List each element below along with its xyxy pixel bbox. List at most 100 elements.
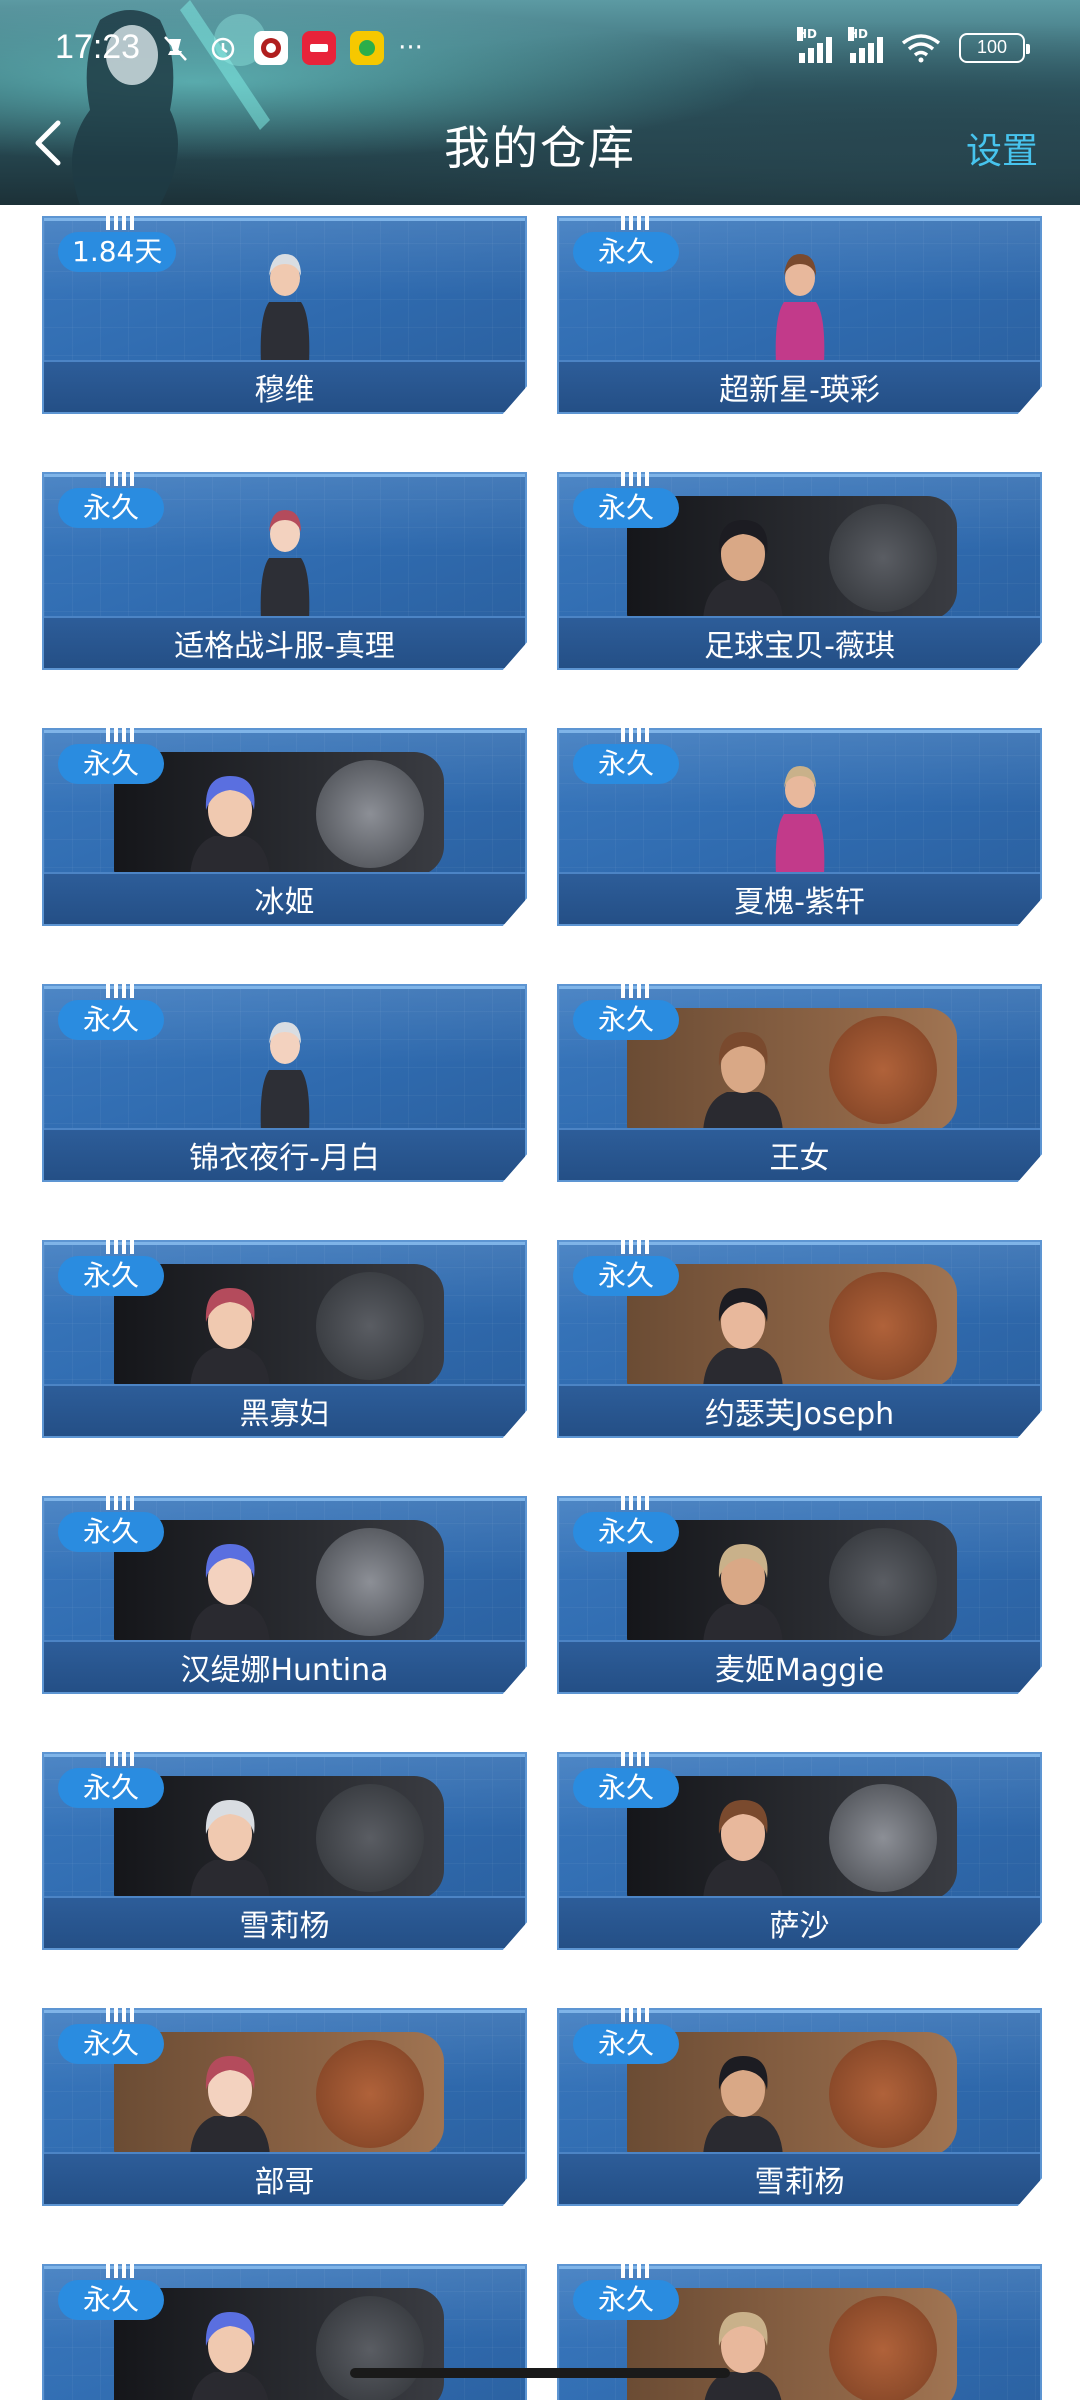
character-card[interactable]: 永久 黑寡妇 bbox=[42, 1240, 527, 1438]
fist-emblem-icon bbox=[829, 1016, 937, 1124]
character-name: 黑寡妇 bbox=[44, 1384, 525, 1436]
card-tab-marks bbox=[621, 728, 649, 742]
character-portrait-icon bbox=[190, 1288, 270, 1388]
character-card[interactable]: 永久萨沙 bbox=[557, 1752, 1042, 1950]
card-tab-marks bbox=[106, 1752, 134, 1766]
character-card[interactable]: 永久 足球宝贝-薇琪 bbox=[557, 472, 1042, 670]
character-card[interactable]: 永久 冰姬 bbox=[42, 728, 527, 926]
alarm-icon bbox=[206, 31, 240, 65]
status-bar: 17:23 ··· HD HD 100 bbox=[0, 0, 1080, 95]
card-tab-marks bbox=[106, 728, 134, 742]
header: 17:23 ··· HD HD 100 我的仓库 设置 bbox=[0, 0, 1080, 205]
card-tab-marks bbox=[621, 1240, 649, 1254]
star-emblem-icon bbox=[316, 1528, 424, 1636]
star-emblem-icon bbox=[829, 1784, 937, 1892]
character-card[interactable]: 永久 锦衣夜行-月白 bbox=[42, 984, 527, 1182]
character-name: 足球宝贝-薇琪 bbox=[559, 616, 1040, 668]
character-name: 超新星-瑛彩 bbox=[559, 360, 1040, 412]
fist-emblem-icon bbox=[829, 2040, 937, 2148]
character-portrait-icon bbox=[703, 1032, 783, 1132]
character-portrait-icon bbox=[703, 1288, 783, 1388]
character-banner bbox=[114, 2288, 444, 2400]
card-tab-marks bbox=[106, 2008, 134, 2022]
duration-badge: 永久 bbox=[573, 1768, 679, 1808]
duration-badge: 永久 bbox=[573, 744, 679, 784]
character-card[interactable]: 永久 王女 bbox=[557, 984, 1042, 1182]
duration-badge: 永久 bbox=[573, 1256, 679, 1296]
character-name: 雪莉杨 bbox=[44, 1896, 525, 1948]
character-card[interactable]: 永久 汉缇娜Huntina bbox=[42, 1496, 527, 1694]
card-tab-marks bbox=[621, 216, 649, 230]
character-card[interactable]: 永久 雪莉杨 bbox=[557, 2008, 1042, 2206]
duration-badge: 永久 bbox=[573, 2280, 679, 2320]
status-left-icons: ··· bbox=[158, 30, 423, 65]
card-tab-marks bbox=[106, 1496, 134, 1510]
character-figure-icon bbox=[775, 254, 824, 364]
sword-emblem-icon bbox=[829, 504, 937, 612]
settings-button[interactable]: 设置 bbox=[966, 122, 1038, 174]
character-banner bbox=[114, 1520, 444, 1644]
character-name: 麦姬Maggie bbox=[559, 1640, 1040, 1692]
fist-emblem-icon bbox=[316, 2040, 424, 2148]
app-icon-2 bbox=[302, 30, 337, 65]
character-card[interactable]: 永久约瑟芙Joseph bbox=[557, 1240, 1042, 1438]
wifi-icon bbox=[901, 33, 941, 62]
character-card[interactable]: 永久 bbox=[557, 2264, 1042, 2400]
character-portrait-icon bbox=[190, 2056, 270, 2156]
character-figure-icon bbox=[260, 254, 309, 364]
sword-emblem-icon bbox=[316, 2296, 424, 2400]
battery-indicator: 100 bbox=[959, 32, 1030, 63]
card-tab-marks bbox=[106, 1240, 134, 1254]
character-card[interactable]: 永久夏槐-紫轩 bbox=[557, 728, 1042, 926]
character-figure-icon bbox=[260, 510, 309, 620]
character-portrait-icon bbox=[190, 1544, 270, 1644]
card-tab-marks bbox=[106, 472, 134, 486]
character-banner bbox=[114, 1264, 444, 1388]
character-card[interactable]: 永久部哥 bbox=[42, 2008, 527, 2206]
card-tab-marks bbox=[621, 2264, 649, 2278]
card-tab-marks bbox=[621, 1752, 649, 1766]
character-banner bbox=[114, 1776, 444, 1900]
character-figure-icon bbox=[775, 766, 824, 876]
status-time: 17:23 bbox=[55, 28, 141, 66]
duration-badge: 永久 bbox=[58, 2024, 164, 2064]
duration-badge: 永久 bbox=[58, 744, 164, 784]
character-portrait-icon bbox=[703, 2312, 783, 2400]
card-tab-marks bbox=[106, 216, 134, 230]
character-name: 穆维 bbox=[44, 360, 525, 412]
character-name: 部哥 bbox=[44, 2152, 525, 2204]
home-indicator[interactable] bbox=[350, 2368, 730, 2378]
character-card[interactable]: 永久 bbox=[42, 2264, 527, 2400]
card-tab-marks bbox=[621, 2008, 649, 2022]
character-card[interactable]: 永久麦姬Maggie bbox=[557, 1496, 1042, 1694]
character-portrait-icon bbox=[703, 1544, 783, 1644]
character-name: 约瑟芙Joseph bbox=[559, 1384, 1040, 1436]
card-tab-marks bbox=[621, 472, 649, 486]
duration-badge: 永久 bbox=[573, 1512, 679, 1552]
character-name: 萨沙 bbox=[559, 1896, 1040, 1948]
character-portrait-icon bbox=[190, 1800, 270, 1900]
warehouse-grid: 1.84天 穆维 永久 超新星-瑛彩 永久 适格战斗服-真理 永久 足球宝贝-薇琪 永久 冰姬 永久… bbox=[42, 216, 1042, 2400]
app-icon-1 bbox=[254, 30, 289, 65]
duration-badge: 永久 bbox=[58, 2280, 164, 2320]
signal-icon-2: HD bbox=[848, 26, 883, 63]
character-card[interactable]: 永久雪莉杨 bbox=[42, 1752, 527, 1950]
duration-badge: 永久 bbox=[58, 1512, 164, 1552]
character-name: 王女 bbox=[559, 1128, 1040, 1180]
page-title: 我的仓库 bbox=[444, 121, 636, 175]
duration-badge: 永久 bbox=[58, 488, 164, 528]
character-card[interactable]: 1.84天 穆维 bbox=[42, 216, 527, 414]
character-figure-icon bbox=[260, 1022, 309, 1132]
battery-level: 100 bbox=[976, 37, 1008, 57]
fist-emblem-icon bbox=[829, 1272, 937, 1380]
card-tab-marks bbox=[106, 2264, 134, 2278]
star-emblem-icon bbox=[316, 760, 424, 868]
character-card[interactable]: 永久 超新星-瑛彩 bbox=[557, 216, 1042, 414]
character-name: 锦衣夜行-月白 bbox=[44, 1128, 525, 1180]
character-card[interactable]: 永久 适格战斗服-真理 bbox=[42, 472, 527, 670]
character-name: 夏槐-紫轩 bbox=[559, 872, 1040, 924]
signal-icon: HD bbox=[797, 26, 832, 63]
sword-emblem-icon bbox=[829, 1528, 937, 1636]
hd-label-2: HD bbox=[848, 26, 869, 41]
duration-badge: 永久 bbox=[58, 1768, 164, 1808]
